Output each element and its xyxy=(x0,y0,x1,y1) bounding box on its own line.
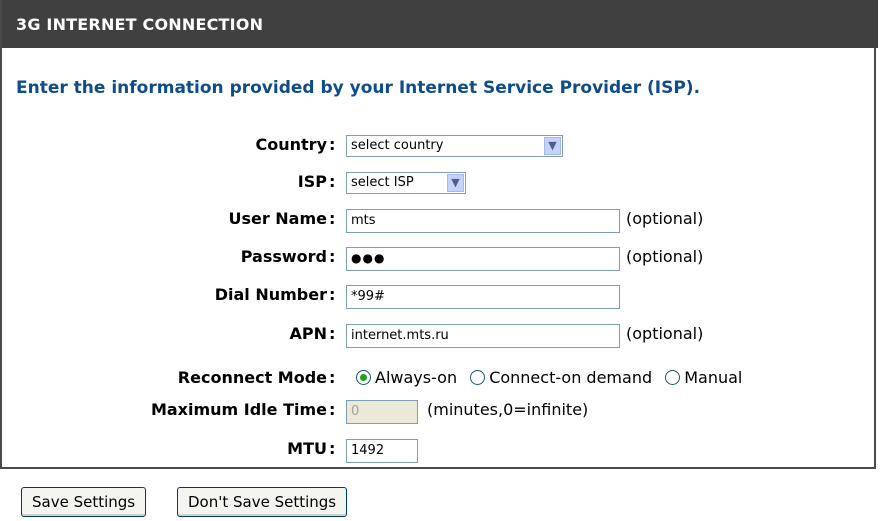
connection-panel: 3G INTERNET CONNECTION Enter the informa… xyxy=(0,0,878,469)
apn-row: APN : internet.mts.ru (optional) xyxy=(2,322,878,352)
idle-time-hint: (minutes,0=infinite) xyxy=(427,400,589,419)
radio-connect-on-demand-label: Connect-on demand xyxy=(489,368,653,387)
username-label: User Name xyxy=(228,209,327,228)
radio-checked-icon xyxy=(356,370,371,385)
password-input[interactable]: ●●● xyxy=(346,247,620,271)
reconnect-mode-row: Reconnect Mode : Always-on Connect-on de… xyxy=(2,366,878,396)
isp-colon: : xyxy=(329,172,336,191)
isp-select-value: select ISP xyxy=(351,175,414,190)
radio-manual[interactable]: Manual xyxy=(665,368,742,387)
password-colon: : xyxy=(329,247,336,266)
chevron-down-icon: ▼ xyxy=(447,174,464,192)
dial-number-colon: : xyxy=(329,285,336,304)
country-colon: : xyxy=(329,135,336,154)
idle-time-colon: : xyxy=(329,400,336,419)
save-settings-button[interactable]: Save Settings xyxy=(21,487,147,517)
reconnect-mode-radio-group: Always-on Connect-on demand Manual xyxy=(356,368,750,387)
dont-save-settings-button[interactable]: Don't Save Settings xyxy=(177,487,348,517)
radio-always-on-label: Always-on xyxy=(375,368,458,387)
chevron-down-icon: ▼ xyxy=(544,137,561,155)
reconnect-mode-colon: : xyxy=(329,368,336,387)
country-select[interactable]: select country ▼ xyxy=(346,135,563,157)
country-row: Country : select country ▼ xyxy=(2,133,878,163)
idle-time-row: Maximum Idle Time : 0 (minutes,0=infinit… xyxy=(2,398,878,428)
username-input[interactable]: mts xyxy=(346,209,620,233)
dial-number-label: Dial Number xyxy=(214,285,327,304)
username-optional-hint: (optional) xyxy=(626,209,704,228)
isp-row: ISP : select ISP ▼ xyxy=(2,170,878,200)
panel-header: 3G INTERNET CONNECTION xyxy=(2,0,878,48)
country-label: Country xyxy=(255,135,327,154)
isp-select[interactable]: select ISP ▼ xyxy=(346,172,466,194)
dial-number-input[interactable]: *99# xyxy=(346,285,620,309)
username-colon: : xyxy=(329,209,336,228)
country-select-value: select country xyxy=(351,138,444,153)
isp-label: ISP xyxy=(297,172,327,191)
idle-time-input[interactable]: 0 xyxy=(346,400,418,424)
password-row: Password : ●●● (optional) xyxy=(2,245,878,275)
dial-number-row: Dial Number : *99# xyxy=(2,283,878,313)
reconnect-mode-label: Reconnect Mode xyxy=(177,368,327,387)
radio-unchecked-icon xyxy=(665,370,681,385)
apn-input[interactable]: internet.mts.ru xyxy=(346,324,620,348)
apn-optional-hint: (optional) xyxy=(626,324,704,343)
mtu-colon: : xyxy=(329,439,336,458)
mtu-input[interactable]: 1492 xyxy=(346,439,418,463)
apn-colon: : xyxy=(329,324,336,343)
apn-label: APN xyxy=(289,324,328,343)
intro-text: Enter the information provided by your I… xyxy=(16,78,701,98)
username-row: User Name : mts (optional) xyxy=(2,207,878,237)
radio-connect-on-demand[interactable]: Connect-on demand xyxy=(470,368,652,387)
password-optional-hint: (optional) xyxy=(626,247,704,266)
idle-time-label: Maximum Idle Time xyxy=(150,400,327,419)
radio-unchecked-icon xyxy=(470,370,486,385)
mtu-label: MTU xyxy=(287,439,327,458)
mtu-row: MTU : 1492 xyxy=(2,437,878,467)
radio-manual-label: Manual xyxy=(684,368,743,387)
radio-always-on[interactable]: Always-on xyxy=(356,368,457,387)
password-label: Password xyxy=(240,247,327,266)
